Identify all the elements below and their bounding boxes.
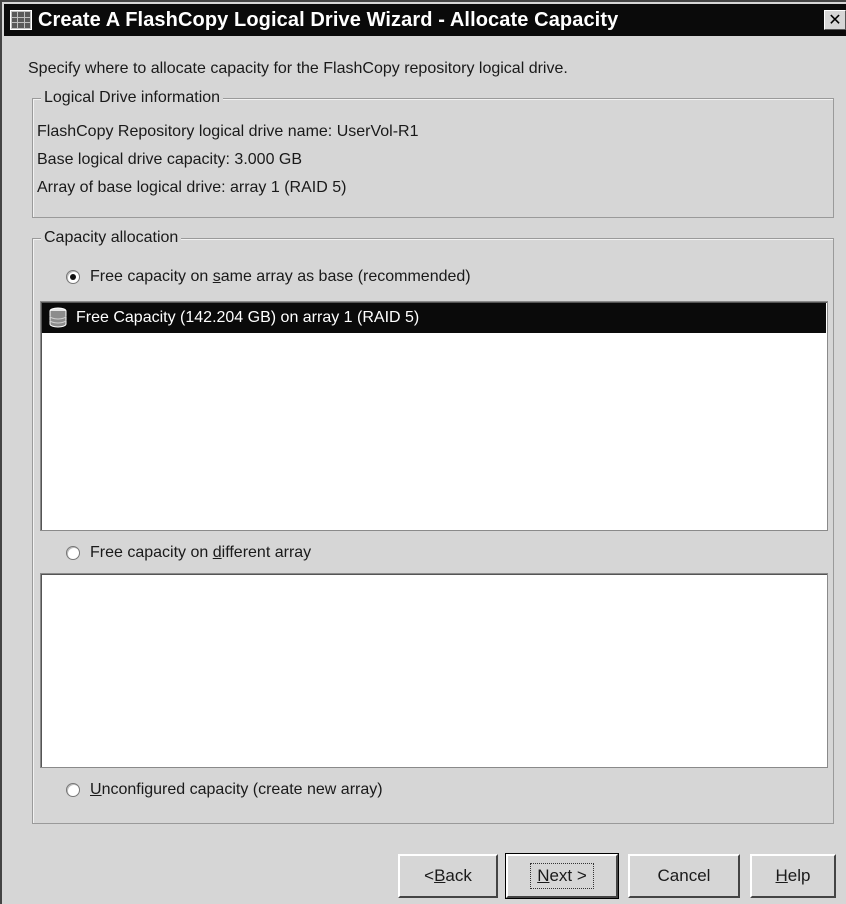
back-button[interactable]: < Back xyxy=(398,854,498,898)
radio-different-array-button[interactable] xyxy=(66,546,80,560)
radio-different-array-mnemonic: d xyxy=(212,544,222,561)
window-title: Create A FlashCopy Logical Drive Wizard … xyxy=(38,8,619,31)
base-capacity-text: Base logical drive capacity: 3.000 GB xyxy=(37,151,303,168)
different-array-capacity-list[interactable] xyxy=(40,573,828,768)
radio-different-array[interactable]: Free capacity on different array xyxy=(66,544,311,562)
help-button-mnemonic: H xyxy=(775,866,788,885)
base-array-text: Array of base logical drive: array 1 (RA… xyxy=(37,179,347,196)
wizard-window: Create A FlashCopy Logical Drive Wizard … xyxy=(0,0,846,904)
radio-unconfigured-button[interactable] xyxy=(66,783,80,797)
radio-different-array-label-pre: Free capacity on xyxy=(90,544,213,561)
next-button[interactable]: Next > xyxy=(505,853,619,899)
radio-same-array[interactable]: Free capacity on same array as base (rec… xyxy=(66,268,471,286)
logical-drive-info-group: Logical Drive information FlashCopy Repo… xyxy=(32,89,834,218)
radio-unconfigured-label-post: nconfigured capacity (create new array) xyxy=(101,781,383,798)
radio-same-array-button[interactable] xyxy=(66,270,80,284)
logical-drive-info-legend: Logical Drive information xyxy=(41,89,224,107)
free-capacity-item-label: Free Capacity (142.204 GB) on array 1 (R… xyxy=(76,309,420,326)
radio-different-array-label-post: ifferent array xyxy=(221,544,312,561)
radio-same-array-mnemonic: s xyxy=(212,268,221,285)
repository-name-text: FlashCopy Repository logical drive name:… xyxy=(37,123,419,140)
drive-icon xyxy=(49,307,67,328)
radio-same-array-label-post: ame array as base (recommended) xyxy=(220,268,471,285)
cancel-button[interactable]: Cancel xyxy=(628,854,740,898)
radio-unconfigured[interactable]: Unconfigured capacity (create new array) xyxy=(66,781,383,799)
help-button[interactable]: Help xyxy=(750,854,836,898)
back-button-mnemonic: B xyxy=(434,866,446,885)
radio-same-array-label: Free capacity on same array as base (rec… xyxy=(90,268,471,286)
capacity-allocation-legend: Capacity allocation xyxy=(41,229,182,247)
back-button-pre: < xyxy=(424,866,435,885)
app-icon xyxy=(10,10,32,30)
radio-different-array-label: Free capacity on different array xyxy=(90,544,311,562)
same-array-capacity-list[interactable]: Free Capacity (142.204 GB) on array 1 (R… xyxy=(40,301,828,531)
help-button-post: elp xyxy=(787,866,811,885)
back-button-post: ack xyxy=(445,866,472,885)
next-button-post: ext > xyxy=(549,866,587,885)
next-button-focus: Next > xyxy=(530,863,594,889)
close-icon[interactable]: ✕ xyxy=(824,10,846,30)
instruction-text: Specify where to allocate capacity for t… xyxy=(28,60,568,77)
radio-same-array-label-pre: Free capacity on xyxy=(90,268,213,285)
list-item[interactable]: Free Capacity (142.204 GB) on array 1 (R… xyxy=(42,303,826,333)
next-button-mnemonic: N xyxy=(537,866,550,885)
title-bar[interactable]: Create A FlashCopy Logical Drive Wizard … xyxy=(4,4,846,36)
radio-unconfigured-mnemonic: U xyxy=(90,781,102,798)
radio-unconfigured-label: Unconfigured capacity (create new array) xyxy=(90,781,383,799)
